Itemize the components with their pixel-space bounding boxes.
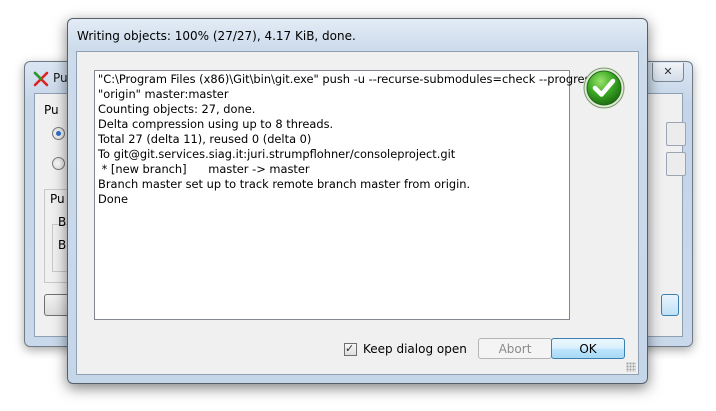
log-line: * [new branch] master -> master [98,162,310,176]
keep-dialog-open-label: Keep dialog open [363,342,467,356]
log-line: "C:\Program Files (x86)\Git\bin\git.exe"… [98,72,597,86]
background-radio-1[interactable] [52,127,65,140]
git-progress-dialog: Writing objects: 100% (27/27), 4.17 KiB,… [67,18,648,384]
background-label-b2: B [58,238,67,252]
keep-dialog-open-checkbox[interactable]: ✓ [344,341,357,356]
checkmark-icon: ✓ [345,341,355,355]
background-group-label: Pu [50,192,65,206]
log-line: Delta compression using up to 8 threads. [98,117,334,131]
output-log[interactable]: "C:\Program Files (x86)\Git\bin\git.exe"… [94,70,597,320]
log-line: Counting objects: 27, done. [98,102,256,116]
dialog-title: Writing objects: 100% (27/27), 4.17 KiB,… [77,29,356,43]
git-app-icon [33,71,49,87]
log-line: Done [98,192,128,206]
background-control-stub-2[interactable] [666,152,686,176]
background-section-label: Pu [44,103,59,117]
log-line: Branch master set up to track remote bra… [98,177,471,191]
log-line: "origin" master:master [98,87,229,101]
abort-button[interactable]: Abort [478,338,552,359]
background-label-b1: B [58,215,67,229]
background-close-button[interactable]: ✕ [652,63,684,82]
success-check-icon [583,67,625,109]
log-line: Total 27 (delta 11), reused 0 (delta 0) [98,132,312,146]
background-radio-2[interactable] [52,157,65,170]
keep-dialog-open-option[interactable]: ✓ Keep dialog open [344,342,467,356]
resize-grip[interactable] [626,362,636,372]
background-control-stub-1[interactable] [666,122,686,146]
dialog-client-area: "C:\Program Files (x86)\Git\bin\git.exe"… [76,51,639,375]
log-line: To git@git.services.siag.it:juri.strumpf… [98,147,456,161]
background-button-right[interactable] [661,294,679,316]
ok-button[interactable]: OK [551,338,625,359]
background-dialog-title: Pu [53,71,68,85]
